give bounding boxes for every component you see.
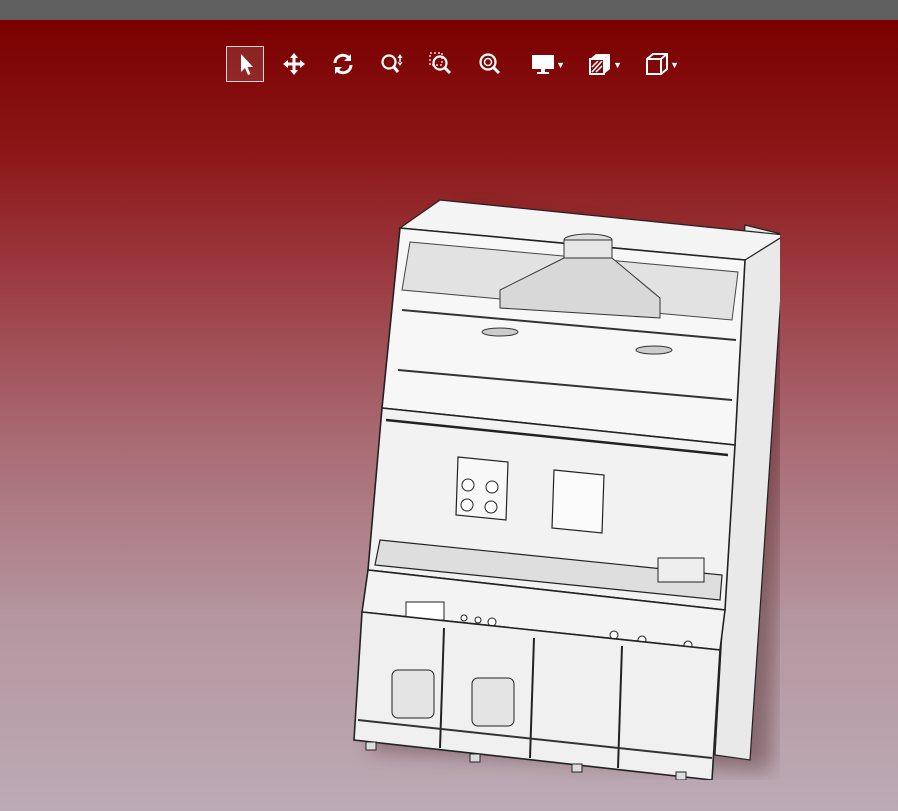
view-orientation-button[interactable]: ▼	[634, 46, 680, 82]
foot-4	[675, 771, 687, 780]
duct	[563, 239, 613, 259]
chevron-down-icon: ▼	[556, 60, 565, 70]
outlet-1	[461, 478, 475, 492]
view-cube-icon	[646, 53, 668, 75]
outlet-2	[485, 480, 499, 494]
cup-sink	[657, 557, 705, 583]
foot-2	[469, 753, 481, 763]
zoom-fit-button[interactable]	[471, 46, 509, 82]
canister-1	[391, 669, 435, 719]
view-toolbar: ▼ ▼ ▼	[226, 45, 691, 83]
3d-viewport[interactable]: ▼ ▼ ▼	[0, 20, 898, 811]
outlet-3	[460, 498, 474, 512]
zoom-window-icon	[429, 52, 452, 75]
rotate-button[interactable]	[324, 46, 362, 82]
section-cube-icon	[589, 54, 610, 75]
zoom-in-out-button[interactable]	[373, 46, 411, 82]
zoom-fit-icon	[479, 53, 501, 75]
rotate-icon	[333, 53, 353, 75]
zoom-in-out-icon	[381, 54, 403, 73]
display-mode-button[interactable]: ▼	[520, 46, 566, 82]
knob-2	[474, 616, 482, 624]
foot-1	[365, 741, 377, 751]
outlet-4	[484, 500, 498, 514]
chevron-down-icon: ▼	[613, 60, 622, 70]
select-arrow-icon	[241, 54, 253, 75]
knob-1	[460, 614, 468, 622]
window-top-bar	[0, 0, 898, 20]
pan-button[interactable]	[275, 46, 313, 82]
section-view-button[interactable]: ▼	[577, 46, 623, 82]
light-left	[481, 327, 519, 337]
light-right	[635, 345, 673, 355]
fume-hood-model[interactable]	[340, 180, 780, 780]
canister-2	[471, 677, 515, 727]
pan-move-icon	[283, 53, 305, 75]
select-button[interactable]	[226, 46, 264, 82]
back-panel-window	[551, 469, 605, 534]
zoom-window-button[interactable]	[422, 46, 460, 82]
display-monitor-icon	[532, 55, 554, 74]
chevron-down-icon: ▼	[670, 60, 679, 70]
foot-3	[571, 763, 583, 773]
